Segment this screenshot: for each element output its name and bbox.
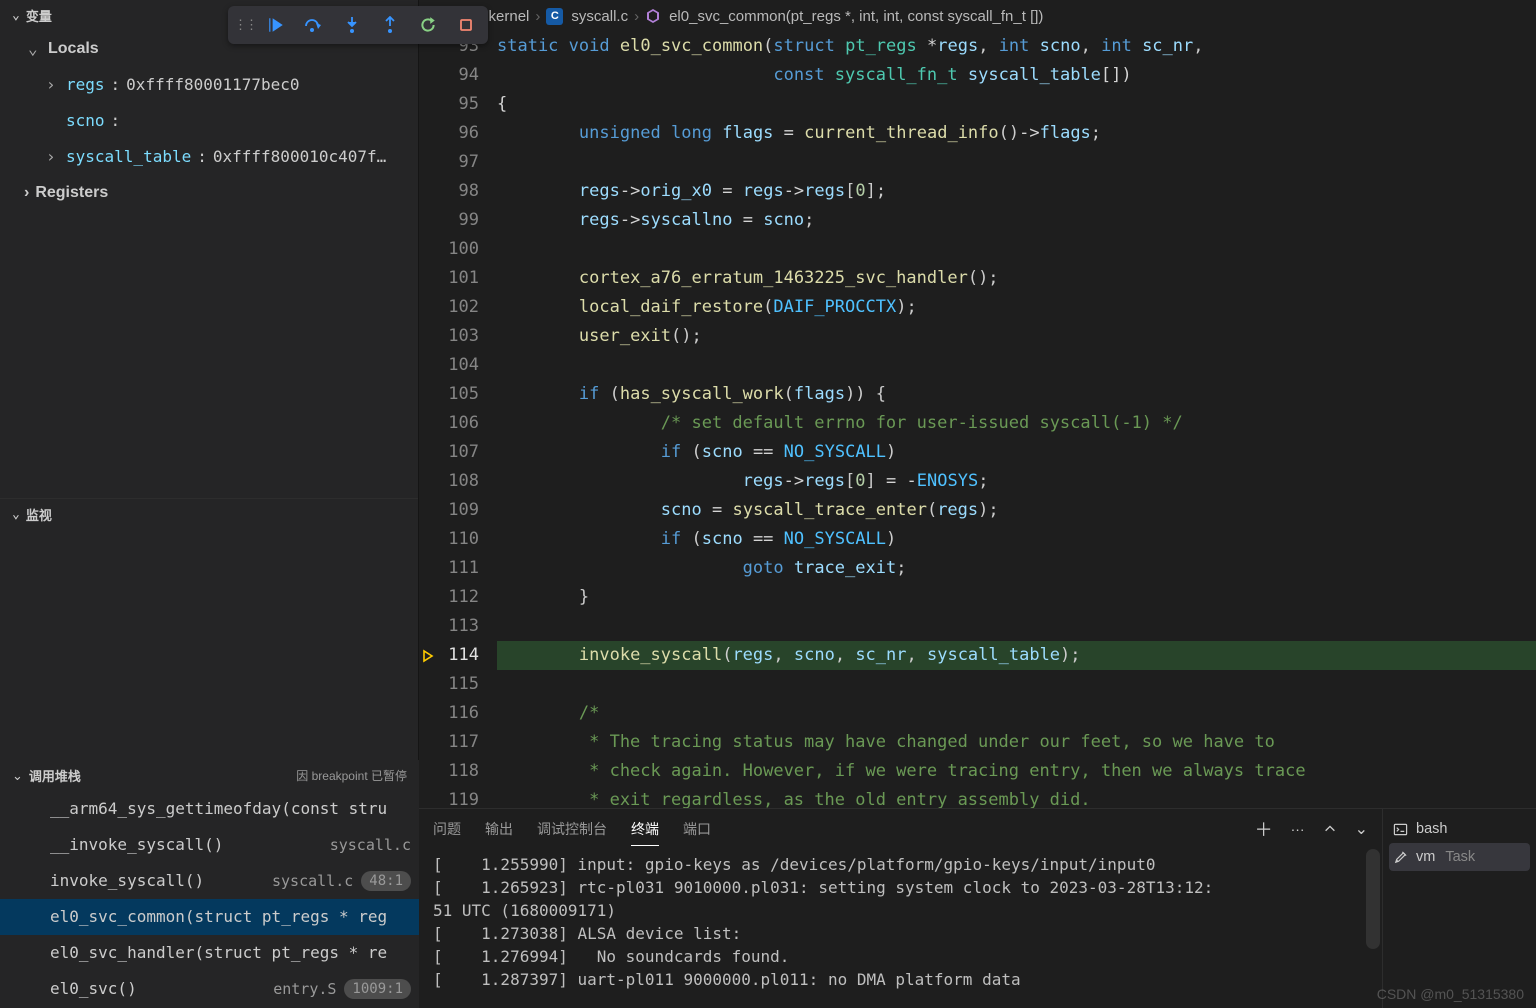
continue-button[interactable] <box>260 10 292 40</box>
line-number-gutter: 9394959697989910010110210310410510610710… <box>419 32 497 808</box>
restart-button[interactable] <box>412 10 444 40</box>
chevron-down-icon: ⌄ <box>28 31 42 67</box>
registers-title: Registers <box>35 175 108 211</box>
symbol-method-icon <box>645 8 661 24</box>
callstack-panel: ⌄ 调用堆栈 因 breakpoint 已暂停 __arm64_sys_gett… <box>0 760 419 1007</box>
callstack-header[interactable]: ⌄ 调用堆栈 因 breakpoint 已暂停 <box>0 760 419 791</box>
watch-header[interactable]: ⌄ 监视 <box>0 499 418 530</box>
terminal-scrollbar[interactable] <box>1366 849 1380 949</box>
current-frame-icon <box>419 641 439 670</box>
code-area[interactable]: 9394959697989910010110210310410510610710… <box>419 32 1536 808</box>
step-out-button[interactable] <box>374 10 406 40</box>
locals-title: Locals <box>48 31 99 67</box>
variables-list: ⌄ Locals ›regs: 0xffff80001177bec0scno: … <box>6 31 418 211</box>
chevron-right-icon: › <box>46 139 60 175</box>
close-panel-button[interactable]: ⌄ <box>1355 819 1368 839</box>
debug-sidebar: ⌄ 变量 ⌄ Locals ›regs: 0xffff80001177bec0s… <box>0 0 419 808</box>
terminal-session[interactable]: bash <box>1389 815 1530 843</box>
breadcrumb-symbol[interactable]: el0_svc_common(pt_regs *, int, int, cons… <box>669 8 1043 25</box>
watch-title: 监视 <box>26 505 52 524</box>
terminal-session[interactable]: vmTask <box>1389 843 1530 871</box>
chevron-right-icon: › <box>46 67 60 103</box>
tab-problems[interactable]: 问题 <box>433 813 461 845</box>
terminal-session-list: bashvmTask <box>1382 808 1536 1008</box>
callstack-title: 调用堆栈 <box>29 766 81 785</box>
terminal-panel: 问题 输出 调试控制台 终端 端口 ＋ ··· ⌄ [ 1.255990] in… <box>419 808 1382 1008</box>
chevron-right-icon: › <box>535 8 540 25</box>
callstack-frame[interactable]: __invoke_syscall()syscall.c <box>0 827 419 863</box>
more-actions-button[interactable]: ··· <box>1291 821 1305 837</box>
c-file-icon: C <box>546 8 563 25</box>
step-over-button[interactable] <box>298 10 330 40</box>
callstack-frame[interactable]: el0_svc_handler(struct pt_regs * re <box>0 935 419 971</box>
variable-row[interactable]: scno: <box>6 103 418 139</box>
terminal-output[interactable]: [ 1.255990] input: gpio-keys as /devices… <box>419 849 1382 1008</box>
chevron-down-icon: ⌄ <box>12 507 20 522</box>
prompt-icon <box>1393 822 1408 837</box>
tab-terminal[interactable]: 终端 <box>631 813 659 846</box>
chevron-down-icon: ⌄ <box>12 768 23 784</box>
code-content[interactable]: static void el0_svc_common(struct pt_reg… <box>497 32 1536 808</box>
step-into-button[interactable] <box>336 10 368 40</box>
variable-row[interactable]: ›regs: 0xffff80001177bec0 <box>6 67 418 103</box>
callstack-frame[interactable]: el0_svc_common(struct pt_regs * reg <box>0 899 419 935</box>
watch-panel: ⌄ 监视 <box>0 498 418 776</box>
new-terminal-button[interactable]: ＋ <box>1255 816 1273 842</box>
stop-button[interactable] <box>450 10 482 40</box>
pause-reason: 因 breakpoint 已暂停 <box>296 767 407 784</box>
chevron-right-icon: › <box>24 175 29 211</box>
drag-grip-icon[interactable]: ⋮⋮ <box>234 18 254 33</box>
wrench-icon <box>1393 850 1408 865</box>
editor-area: arm64 › kernel › C syscall.c › el0_svc_c… <box>419 0 1536 808</box>
callstack-frame[interactable]: el0_svc()entry.S1009:1 <box>0 971 419 1007</box>
debug-toolbar: ⋮⋮ <box>228 6 488 44</box>
tab-ports[interactable]: 端口 <box>683 813 711 845</box>
breadcrumb-file[interactable]: syscall.c <box>571 8 628 25</box>
registers-header[interactable]: › Registers <box>6 175 418 211</box>
breadcrumb[interactable]: arm64 › kernel › C syscall.c › el0_svc_c… <box>419 0 1536 32</box>
terminal-tabstrip: 问题 输出 调试控制台 终端 端口 ＋ ··· ⌄ <box>419 809 1382 849</box>
maximize-panel-button[interactable] <box>1323 822 1337 836</box>
variables-title: 变量 <box>26 6 52 25</box>
breadcrumb-part[interactable]: kernel <box>489 8 530 25</box>
callstack-list: __arm64_sys_gettimeofday(const stru__inv… <box>0 791 419 1007</box>
chevron-down-icon: ⌄ <box>12 8 20 23</box>
tab-debugconsole[interactable]: 调试控制台 <box>537 813 607 845</box>
variable-row[interactable]: ›syscall_table: 0xffff800010c407f… <box>6 139 418 175</box>
watermark: CSDN @m0_51315380 <box>1377 986 1524 1002</box>
callstack-frame[interactable]: invoke_syscall()syscall.c48:1 <box>0 863 419 899</box>
tab-output[interactable]: 输出 <box>485 813 513 845</box>
callstack-frame[interactable]: __arm64_sys_gettimeofday(const stru <box>0 791 419 827</box>
variables-panel: ⌄ 变量 ⌄ Locals ›regs: 0xffff80001177bec0s… <box>0 0 418 498</box>
chevron-right-icon: › <box>634 8 639 25</box>
